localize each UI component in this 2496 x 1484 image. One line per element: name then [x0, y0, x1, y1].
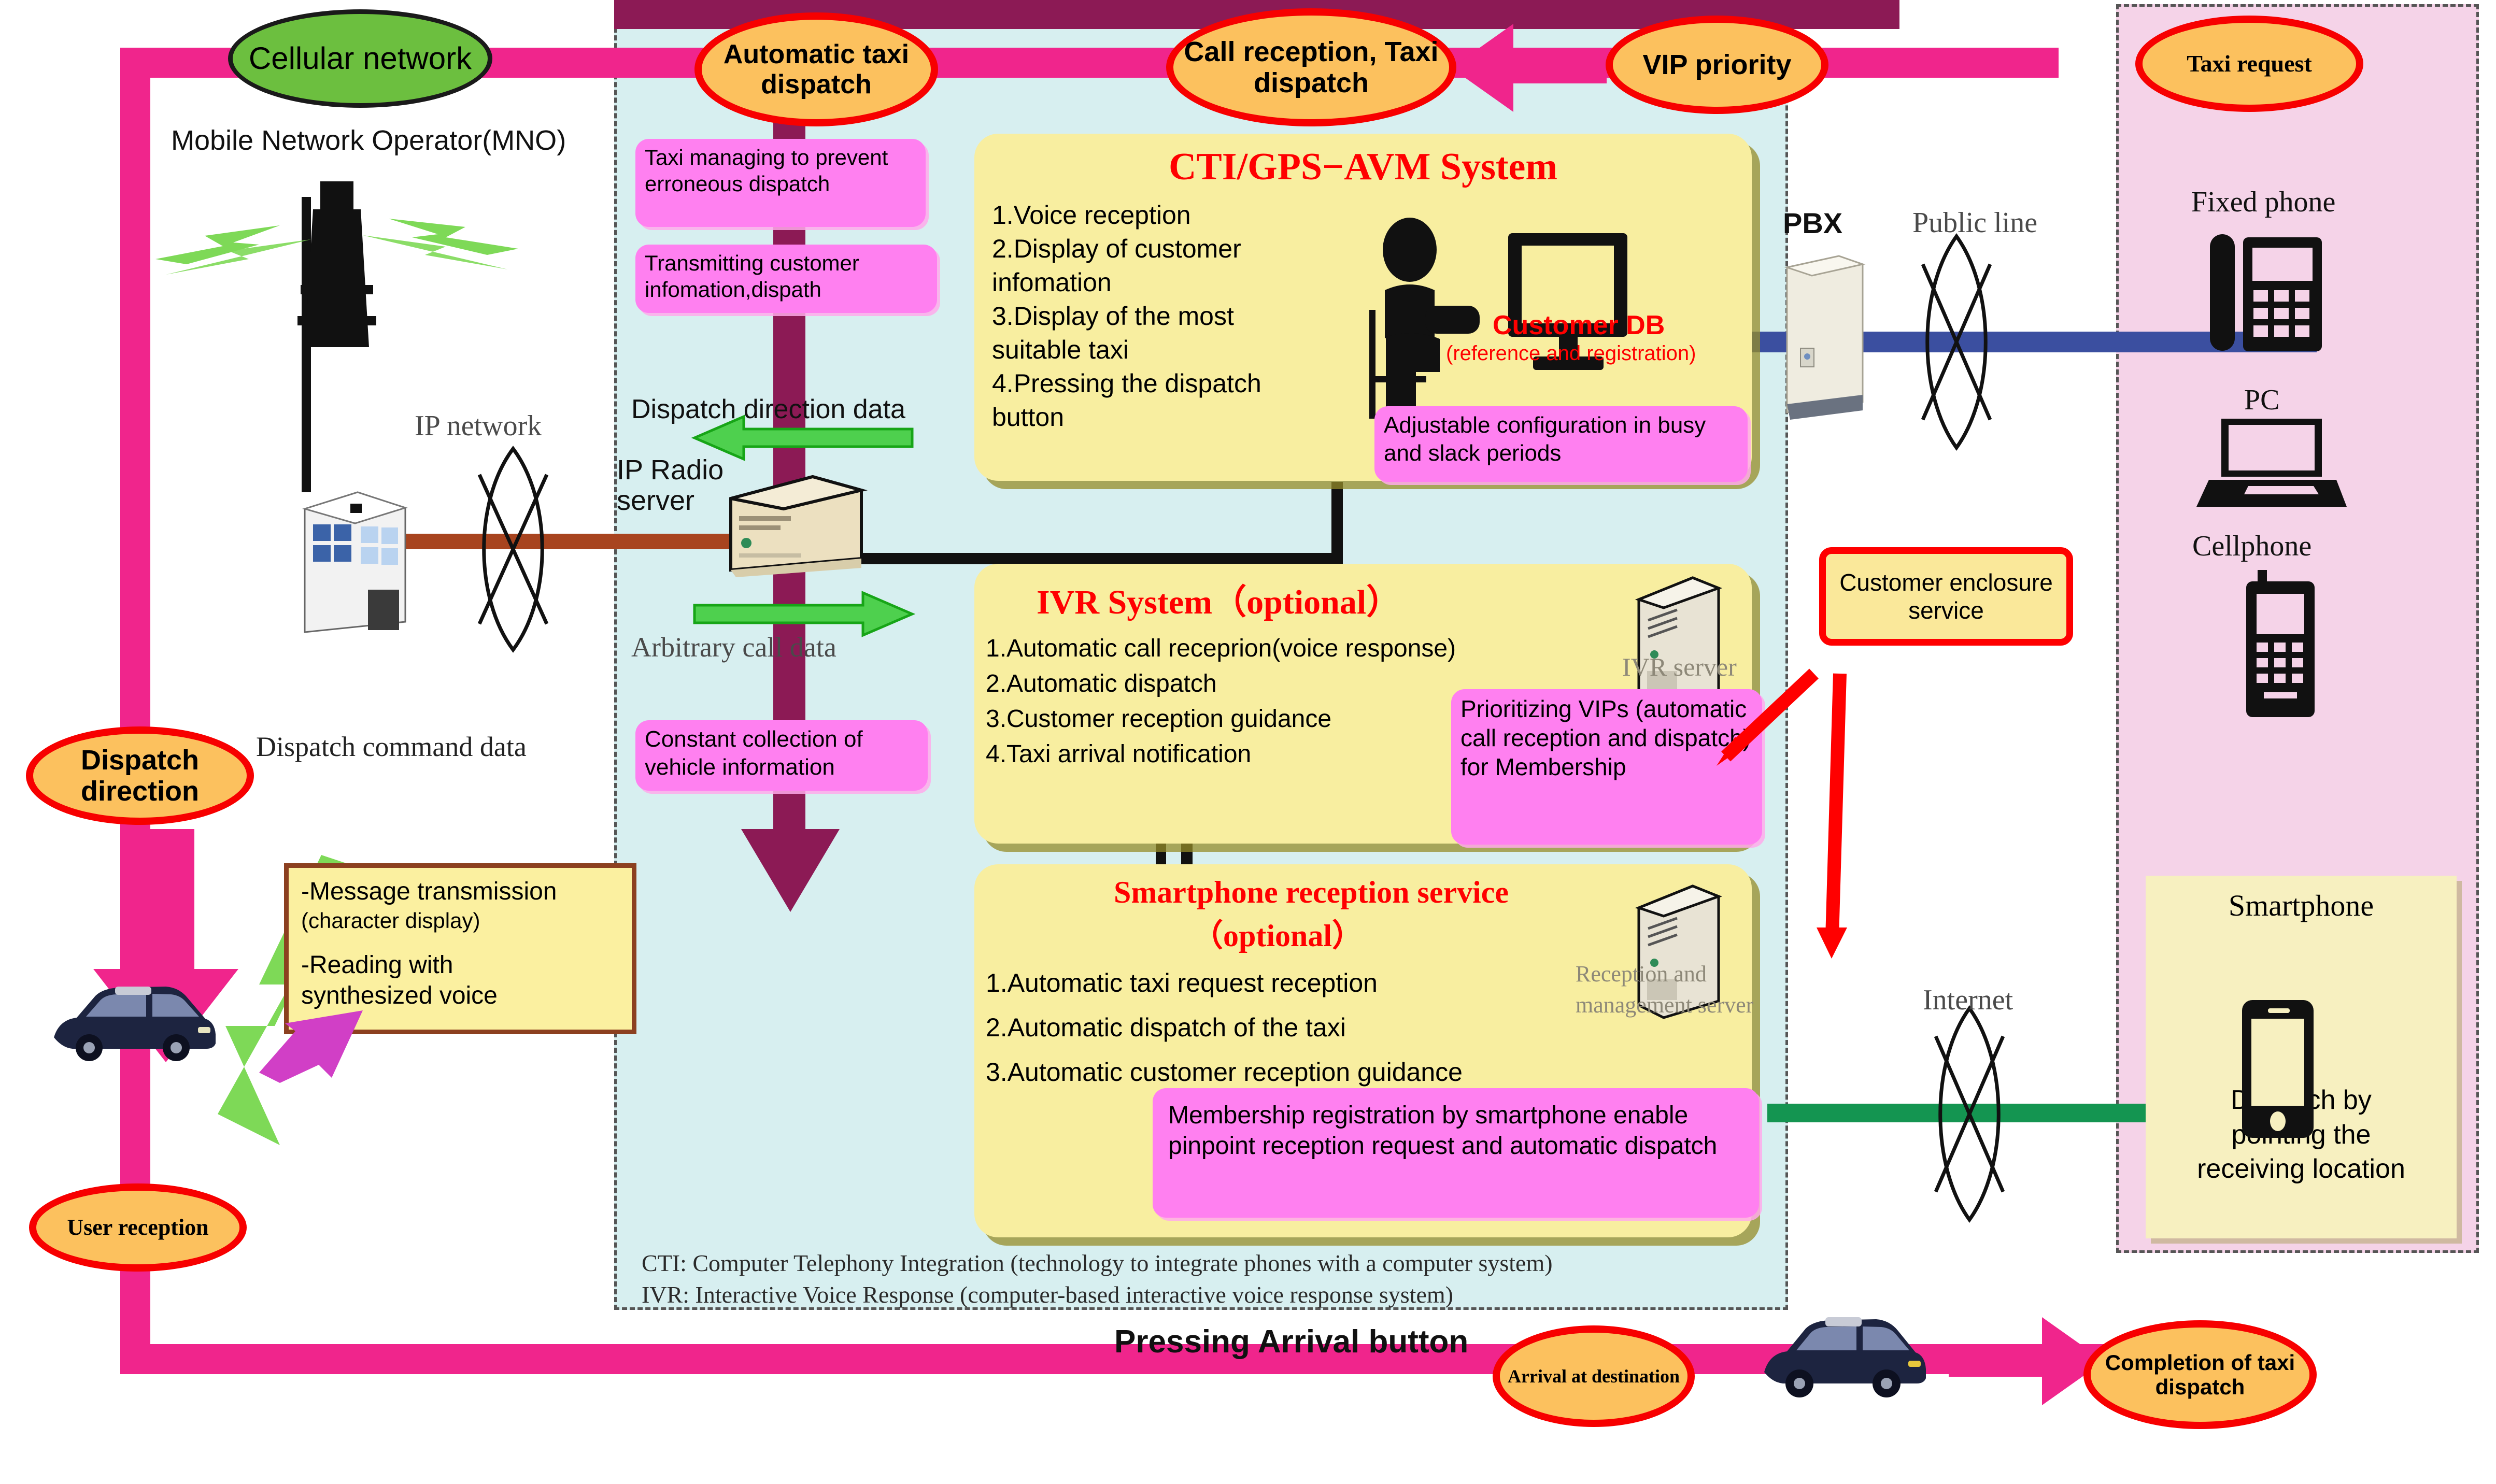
note-taxi-managing: Taxi managing to prevent erroneous dispa… [635, 139, 926, 227]
cti-item-3: 3.Display of the most [992, 302, 1234, 331]
magenta-arrow-to-taxi [259, 1010, 363, 1083]
building-icon [302, 491, 408, 633]
cell-tower-icon [297, 181, 376, 347]
cti-item-2b: infomation [992, 268, 1112, 297]
footnotes-block: CTI: Computer Telephony Integration (tec… [642, 1248, 1553, 1310]
note-constant-collection: Constant collection of vehicle informati… [635, 720, 928, 791]
box-taxi-device-features: -Message transmission (character display… [284, 863, 636, 1034]
label-pressing-arrival-button: Pressing Arrival button [1114, 1324, 1469, 1360]
callout-cellular-network[interactable]: Cellular network [228, 9, 492, 108]
label-arbitrary-call-data: Arbitrary call data [631, 632, 836, 663]
taxi-device-line1: -Message transmission [301, 878, 557, 905]
cti-item-1: 1.Voice reception [992, 201, 1191, 230]
cti-panel-items: 1.Voice reception 2.Display of customer … [992, 198, 1386, 434]
label-pbx: PBX [1783, 207, 1843, 239]
pink-arrowhead-left [1451, 24, 1607, 112]
red-enclosure-arrows [1717, 668, 1847, 959]
taxi-device-line4: synthesized voice [301, 982, 498, 1010]
note-membership-registration: Membership registration by smartphone en… [1153, 1088, 1759, 1218]
network-lens-icon-public [1921, 233, 1992, 451]
green-arrow-right [693, 591, 916, 637]
pink-arrowhead-right [1949, 1317, 2104, 1405]
footnote-cti: CTI: Computer Telephony Integration (tec… [642, 1250, 1553, 1276]
callout-call-reception-taxi-dispatch[interactable]: Call reception, Taxi dispatch [1166, 8, 1456, 126]
taxi-device-line3: -Reading with [301, 951, 453, 979]
label-public-line: Public line [1912, 207, 2038, 239]
diagram-canvas: CTI/GPS−AVM System 1.Voice reception 2.D… [0, 0, 2496, 1484]
callout-dispatch-direction[interactable]: Dispatch direction [26, 726, 254, 825]
label-mno: Mobile Network Operator(MNO) [171, 125, 566, 156]
callout-completion-of-taxi-dispatch[interactable]: Completion of taxi dispatch [2083, 1320, 2317, 1429]
smartphone-icon [2242, 1000, 2314, 1138]
taxi-car-icon-left [54, 987, 216, 1061]
callout-automatic-taxi-dispatch[interactable]: Automatic taxi dispatch [694, 12, 938, 126]
desk-phone-icon [2210, 234, 2322, 351]
pbx-cabinet-icon [1784, 255, 1866, 420]
callout-customer-enclosure-service[interactable]: Customer enclosure service [1819, 547, 2073, 646]
cti-item-4b: button [992, 403, 1065, 432]
label-ip-network: IP network [415, 410, 542, 442]
network-lens-icon-ip [477, 446, 549, 653]
label-fixed-phone: Fixed phone [2191, 186, 2336, 218]
label-dispatch-command-data: Dispatch command data [256, 731, 527, 762]
callout-arrival-at-destination[interactable]: Arrival at destination [1493, 1325, 1695, 1427]
callout-user-reception[interactable]: User reception [29, 1183, 247, 1272]
customer-db-sublabel: (reference and registration) [1446, 342, 1696, 365]
cti-item-2: 2.Display of customer [992, 234, 1241, 263]
feature-phone-icon [2246, 570, 2315, 717]
callout-vip-priority[interactable]: VIP priority [1606, 16, 1828, 114]
cti-item-4: 4.Pressing the dispatch [992, 369, 1261, 398]
taxi-car-icon-bottom [1764, 1317, 1926, 1397]
label-dispatch-direction-data: Dispatch direction data [631, 394, 905, 424]
pink-line-left-vertical [120, 48, 150, 1374]
note-adjustable-configuration: Adjustable configuration in busy and sla… [1374, 406, 1748, 482]
footnote-ivr: IVR: Interactive Voice Response (compute… [642, 1281, 1453, 1308]
smartphone-caption-3: receiving location [2197, 1154, 2405, 1185]
smartphone-box-title: Smartphone [2228, 889, 2374, 922]
label-cellphone: Cellphone [2192, 530, 2312, 562]
label-pc: PC [2244, 384, 2280, 416]
callout-taxi-request[interactable]: Taxi request [2135, 16, 2363, 112]
operator-person-icon [1369, 218, 1480, 429]
network-lens-icon-internet [1934, 1005, 2005, 1223]
taxi-device-line2: (character display) [301, 908, 480, 933]
reception-server-line-2: management server [1576, 992, 1754, 1018]
customer-db-label: Customer DB [1493, 310, 1665, 340]
laptop-icon [2196, 419, 2347, 507]
cti-item-3b: suitable taxi [992, 335, 1129, 364]
server-icon [729, 475, 868, 577]
label-ip-radio-server: IP Radio server [617, 454, 724, 517]
cti-panel-title: CTI/GPS−AVM System [1168, 146, 1557, 188]
note-transmitting-customer: Transmitting customer infomation,dispath [635, 245, 937, 313]
